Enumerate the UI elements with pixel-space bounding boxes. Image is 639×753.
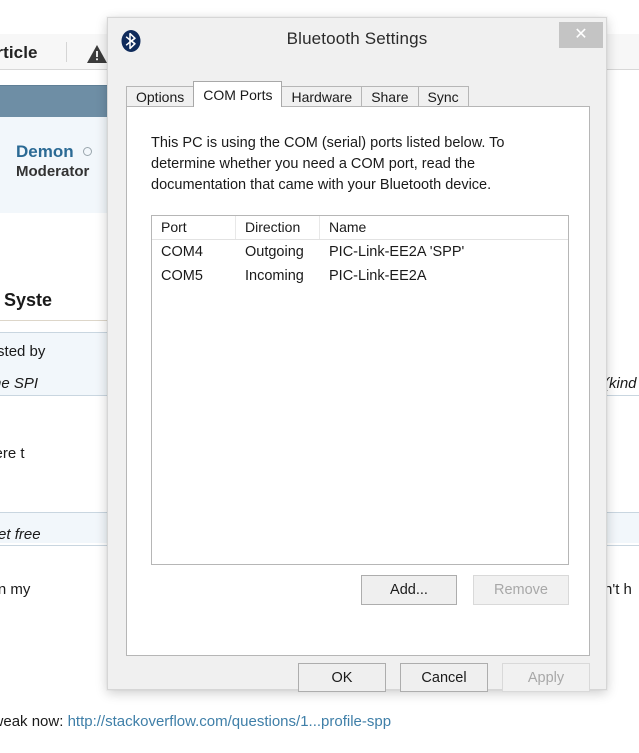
topbar-divider	[66, 42, 67, 62]
tab-label: Hardware	[291, 89, 352, 105]
list-header-row: Port Direction Name	[152, 216, 568, 240]
com-ports-list[interactable]: Port Direction Name COM4 Outgoing PIC-Li…	[151, 215, 569, 565]
divider	[0, 545, 120, 546]
dialog-title: Bluetooth Settings	[108, 29, 606, 49]
background-line-vbnet: er VB.net free	[0, 526, 41, 543]
divider	[0, 320, 120, 321]
divider	[0, 395, 120, 396]
background-bottom-prefix: ng this tweak now:	[0, 713, 68, 730]
list-action-buttons: Add... Remove	[127, 575, 569, 605]
close-icon: ✕	[574, 27, 587, 43]
add-button[interactable]: Add...	[361, 575, 457, 605]
background-bottom-link[interactable]: http://stackoverflow.com/questions/1...p…	[68, 713, 392, 730]
warning-triangle-icon	[86, 44, 108, 64]
tab-hardware[interactable]: Hardware	[281, 86, 362, 107]
table-row[interactable]: COM5 Incoming PIC-Link-EE2A	[152, 264, 568, 288]
tab-panel-com-ports: This PC is using the COM (serial) ports …	[126, 106, 590, 656]
background-line-howwhere: ow/where t	[0, 445, 25, 462]
background-thread-title: ntory Syste	[0, 290, 52, 311]
background-user-role: Moderator	[16, 163, 89, 180]
tab-label: Sync	[428, 89, 459, 105]
online-status-dot-icon	[83, 147, 92, 156]
apply-button: Apply	[502, 663, 590, 692]
cell-port: COM5	[152, 268, 236, 284]
remove-button: Remove	[473, 575, 569, 605]
column-header-direction[interactable]: Direction	[236, 216, 320, 239]
tab-label: Options	[136, 89, 184, 105]
tab-strip: Options COM Ports Hardware Share Sync	[126, 85, 590, 107]
tab-strip-filler	[468, 86, 590, 107]
background-quote-text: u use the SPI	[0, 375, 38, 392]
cell-direction: Outgoing	[236, 244, 320, 260]
cell-name: PIC-Link-EE2A 'SPP'	[320, 244, 568, 260]
ok-button[interactable]: OK	[298, 663, 386, 692]
tab-options[interactable]: Options	[126, 86, 194, 107]
column-header-port[interactable]: Port	[152, 216, 236, 239]
tab-share[interactable]: Share	[361, 86, 418, 107]
close-button[interactable]: ✕	[559, 22, 603, 48]
background-right-dont: n't h	[604, 581, 632, 598]
cell-direction: Incoming	[236, 268, 320, 284]
com-ports-description: This PC is using the COM (serial) ports …	[151, 133, 551, 196]
bluetooth-settings-dialog: Bluetooth Settings ✕ Options COM Ports H…	[107, 17, 607, 690]
background-section-header	[0, 85, 110, 117]
tab-label: Share	[371, 89, 408, 105]
screen: Article 6 Demon Moderator ntory Syste al…	[0, 0, 639, 753]
dialog-titlebar[interactable]: Bluetooth Settings ✕	[108, 18, 606, 63]
table-row[interactable]: COM4 Outgoing PIC-Link-EE2A 'SPP'	[152, 240, 568, 264]
tab-label: COM Ports	[203, 87, 272, 103]
column-header-name[interactable]: Name	[320, 216, 568, 239]
background-topbar-title: Article	[0, 43, 38, 63]
dialog-footer: OK Cancel Apply	[126, 663, 590, 693]
cell-port: COM4	[152, 244, 236, 260]
background-username[interactable]: Demon	[16, 142, 74, 162]
background-right-kinda: (kind	[604, 375, 637, 392]
tab-sync[interactable]: Sync	[418, 86, 469, 107]
background-bottom-line: ng this tweak now: http://stackoverflow.…	[0, 713, 391, 730]
cancel-button[interactable]: Cancel	[400, 663, 488, 692]
cell-name: PIC-Link-EE2A	[320, 268, 568, 284]
background-quote-attribution: ally Posted by	[0, 343, 45, 360]
background-line-2002: 2002 on my	[0, 581, 30, 598]
tab-com-ports[interactable]: COM Ports	[193, 81, 282, 107]
